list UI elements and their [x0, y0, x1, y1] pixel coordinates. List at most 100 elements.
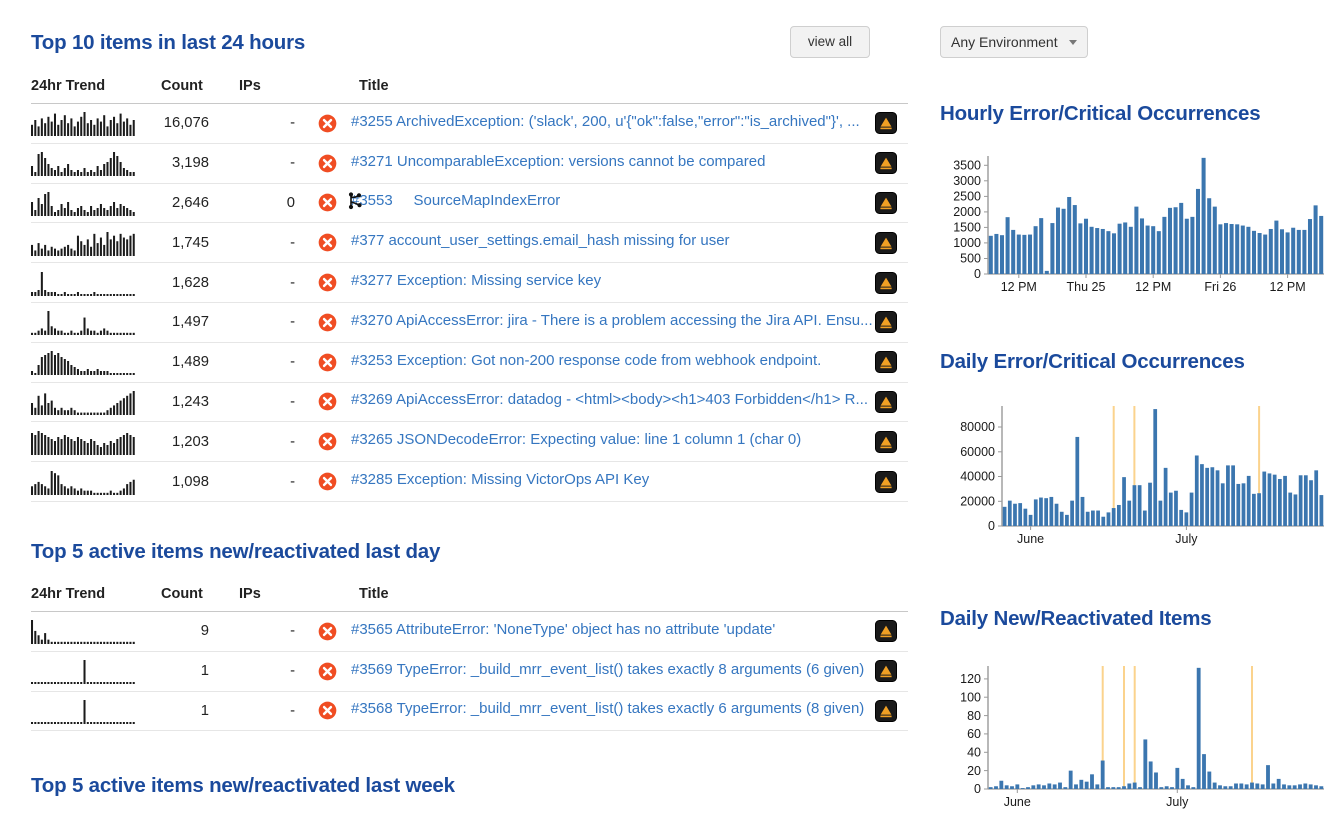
chart-bar	[1257, 493, 1261, 526]
cell-actions[interactable]	[864, 183, 908, 224]
cell-severity	[311, 691, 343, 732]
chart-bar	[1127, 500, 1132, 526]
chevron-down-icon	[1069, 39, 1077, 45]
cell-actions[interactable]	[864, 103, 908, 144]
cell-ips: 0	[231, 183, 311, 224]
error-severity-icon	[318, 313, 336, 332]
svg-text:July: July	[1166, 795, 1189, 809]
chart-bar	[1031, 785, 1036, 789]
table-row[interactable]: 1,628- #3277 Exception: Missing service k…	[31, 262, 908, 303]
table-row[interactable]: 2,646 0 #3553 SourceMapIndexError	[31, 183, 908, 224]
table-row[interactable]: 16,076- #3255 ArchivedException: ('slack'…	[31, 103, 908, 144]
cell-actions[interactable]	[864, 461, 908, 502]
item-title-link[interactable]: #3270 ApiAccessError: jira - There is a …	[351, 312, 873, 329]
cell-title: #3253 Exception: Got non-200 response co…	[343, 342, 864, 383]
chart-bar	[1168, 492, 1173, 526]
sparkline-trend	[31, 390, 135, 415]
snooze-triangle-icon[interactable]	[875, 271, 897, 294]
chart-bar	[1244, 784, 1249, 789]
chart-bar	[1319, 786, 1324, 789]
table-row[interactable]: 1,243- #3269 ApiAccessError: datadog - <h…	[31, 382, 908, 423]
chart-bar	[1127, 783, 1132, 789]
item-title-link[interactable]: #3277 Exception: Missing service key	[351, 272, 601, 289]
cell-actions[interactable]	[864, 651, 908, 692]
item-title-link[interactable]: #377 account_user_settings.email_hash mi…	[351, 232, 730, 249]
chart-bar	[1089, 226, 1094, 274]
table-row[interactable]: 3,198- #3271 UncomparableException: versi…	[31, 143, 908, 184]
chart-bar	[1303, 783, 1308, 789]
chart-bar	[1122, 786, 1126, 789]
cell-actions[interactable]	[864, 222, 908, 264]
cell-actions[interactable]	[864, 262, 908, 303]
table-row[interactable]: 1,098- #3285 Exception: Missing VictorOps…	[31, 461, 908, 502]
item-title-link[interactable]: #3271 UncomparableException: versions ca…	[351, 153, 765, 170]
chart-bar	[1283, 475, 1287, 526]
table-row[interactable]: 1,497- #3270 ApiAccessError: jira - There…	[31, 302, 908, 343]
item-title-link[interactable]: #3285 Exception: Missing VictorOps API K…	[351, 471, 649, 488]
chart-bar	[1179, 202, 1184, 274]
svg-text:12 PM: 12 PM	[1135, 280, 1171, 294]
chart-bar	[1260, 784, 1265, 789]
chart-bar	[1148, 482, 1152, 526]
chart-bar	[1252, 493, 1256, 526]
chart-bar	[1274, 220, 1279, 274]
snooze-triangle-icon[interactable]	[875, 191, 897, 214]
snooze-triangle-icon[interactable]	[875, 430, 897, 453]
item-title-link[interactable]: #3569 TypeError: _build_mrr_event_list()…	[351, 661, 864, 678]
chart-bar	[1298, 475, 1303, 526]
item-title-link[interactable]: #3553 SourceMapIndexError	[351, 192, 560, 209]
table-row[interactable]: 1- #3569 TypeError: _build_mrr_event_list…	[31, 651, 908, 692]
cell-actions[interactable]	[864, 421, 908, 463]
snooze-triangle-icon[interactable]	[875, 699, 897, 722]
column-header-trend: 24hr Trend	[31, 586, 153, 612]
cell-title: #3255 ArchivedException: ('slack', 200, …	[343, 103, 864, 144]
chart-bar	[1153, 409, 1158, 526]
chart-bar	[1303, 475, 1308, 526]
cell-ips: -	[231, 262, 311, 303]
cell-severity	[311, 651, 343, 692]
chart-bar	[1015, 784, 1020, 789]
item-title-link[interactable]: #3253 Exception: Got non-200 response co…	[351, 352, 821, 369]
snooze-triangle-icon[interactable]	[875, 152, 897, 175]
snooze-triangle-icon[interactable]	[875, 390, 897, 413]
snooze-triangle-icon[interactable]	[875, 620, 897, 643]
chart-bar	[1074, 784, 1078, 789]
table-row[interactable]: 1,203- #3265 JSONDecodeError: Expecting v…	[31, 421, 908, 463]
table-row[interactable]: 1,745- #377 account_user_settings.email_h…	[31, 222, 908, 264]
item-title-link[interactable]: #3265 JSONDecodeError: Expecting value: …	[351, 431, 801, 448]
table-row[interactable]: 1- #3568 TypeError: _build_mrr_event_list…	[31, 691, 908, 732]
snooze-triangle-icon[interactable]	[875, 660, 897, 683]
cell-actions[interactable]	[864, 382, 908, 423]
cell-actions[interactable]	[864, 611, 908, 652]
chart-bar	[1044, 498, 1049, 526]
chart-bar	[1039, 218, 1044, 274]
snooze-triangle-icon[interactable]	[875, 351, 897, 374]
item-title-link[interactable]: #3255 ArchivedException: ('slack', 200, …	[351, 113, 860, 130]
cell-count: 16,076	[153, 103, 231, 144]
cell-severity	[311, 611, 343, 652]
chart-bar	[1272, 474, 1277, 526]
view-all-button[interactable]: view all	[790, 26, 870, 58]
snooze-triangle-icon[interactable]	[875, 311, 897, 334]
environment-select[interactable]: Any Environment	[940, 26, 1088, 58]
chart-bar	[1075, 436, 1080, 526]
snooze-triangle-icon[interactable]	[875, 231, 897, 254]
chart-bar	[1027, 234, 1033, 274]
cell-title: #3265 JSONDecodeError: Expecting value: …	[343, 421, 864, 463]
table-row[interactable]: 9- #3565 AttributeError: 'NoneType' objec…	[31, 611, 908, 652]
snooze-triangle-icon[interactable]	[875, 470, 897, 493]
sparkline-trend	[31, 311, 135, 336]
snooze-triangle-icon[interactable]	[875, 112, 897, 135]
table-header: 24hr Trend Count IPs Title	[31, 586, 908, 612]
cell-actions[interactable]	[864, 342, 908, 383]
cell-actions[interactable]	[864, 691, 908, 732]
error-severity-icon	[318, 154, 336, 173]
table-row[interactable]: 1,489- #3253 Exception: Got non-200 respo…	[31, 342, 908, 383]
chart-bar	[1117, 223, 1122, 274]
item-title-link[interactable]: #3565 AttributeError: 'NoneType' object …	[351, 621, 775, 638]
sparkline-trend	[31, 470, 135, 495]
chart-bar	[1195, 188, 1201, 274]
cell-actions[interactable]	[864, 143, 908, 184]
item-title-link[interactable]: #3568 TypeError: _build_mrr_event_list()…	[351, 700, 864, 717]
item-title-link[interactable]: #3269 ApiAccessError: datadog - <html><b…	[351, 391, 868, 408]
